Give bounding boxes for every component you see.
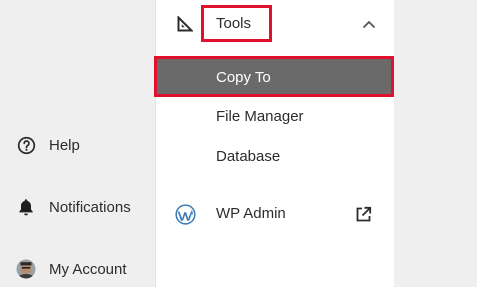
menu-item-wp-admin[interactable]: WP Admin <box>156 197 394 231</box>
help-link[interactable]: Help <box>16 135 80 155</box>
notifications-link[interactable]: Notifications <box>16 197 131 217</box>
menu-item-copy-to[interactable]: Copy To <box>154 56 394 97</box>
external-link-icon <box>355 206 372 223</box>
tools-menu-panel: Tools Copy To File Manager Database WP A… <box>154 0 395 287</box>
my-account-label: My Account <box>49 260 127 278</box>
menu-item-database[interactable]: Database <box>216 148 280 165</box>
my-account-link[interactable]: My Account <box>16 259 127 279</box>
notifications-label: Notifications <box>49 198 131 216</box>
help-label: Help <box>49 136 80 154</box>
help-icon <box>16 135 36 155</box>
avatar <box>16 259 36 279</box>
wordpress-icon <box>175 204 196 225</box>
left-sidebar: Help Notifications My Account <box>0 0 155 287</box>
chevron-up-icon[interactable] <box>362 16 376 28</box>
tools-header[interactable]: Tools <box>156 0 394 48</box>
bell-icon <box>16 197 36 217</box>
tools-label: Tools <box>216 15 252 32</box>
right-gutter <box>394 0 477 287</box>
set-square-icon <box>177 15 194 32</box>
menu-item-file-manager[interactable]: File Manager <box>216 108 304 125</box>
wp-admin-label: WP Admin <box>216 205 286 222</box>
menu-item-label: Copy To <box>216 69 271 86</box>
